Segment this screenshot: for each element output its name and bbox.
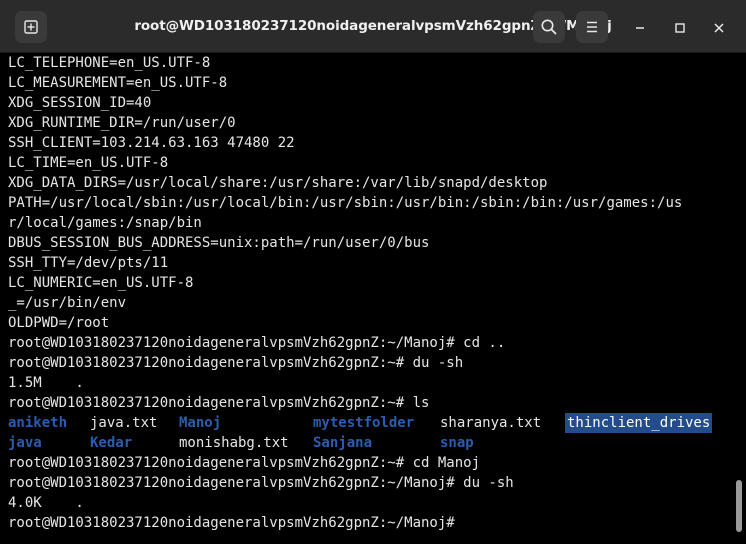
terminal-line: 1.5M . (8, 375, 84, 391)
terminal-line: r/local/games:/snap/bin (8, 215, 202, 231)
terminal-line: root@WD103180237120noidageneralvpsmVzh62… (8, 475, 514, 491)
terminal-line: LC_TELEPHONE=en_US.UTF-8 (8, 55, 211, 71)
terminal-window: root@WD103180237120noidageneralvpsmVzh62… (0, 0, 746, 544)
terminal-prompt: root@WD103180237120noidageneralvpsmVzh62… (8, 515, 455, 531)
maximize-button[interactable] (669, 17, 691, 39)
maximize-icon (675, 23, 685, 33)
terminal-line: root@WD103180237120noidageneralvpsmVzh62… (8, 395, 430, 411)
terminal-line: LC_NUMERIC=en_US.UTF-8 (8, 275, 194, 291)
ls-entry-directory: Sanjana (313, 435, 373, 451)
terminal-line: XDG_DATA_DIRS=/usr/local/share:/usr/shar… (8, 175, 548, 191)
terminal-line: OLDPWD=/root (8, 315, 110, 331)
terminal-line: SSH_TTY=/dev/pts/11 (8, 255, 169, 271)
terminal-line: LC_TIME=en_US.UTF-8 (8, 155, 169, 171)
ls-entry-directory: java (8, 435, 42, 451)
scrollbar-thumb[interactable] (736, 480, 742, 532)
close-button[interactable] (708, 17, 730, 39)
close-icon (714, 23, 724, 33)
terminal-line: PATH=/usr/local/sbin:/usr/local/bin:/usr… (8, 195, 683, 211)
terminal-output[interactable]: LC_TELEPHONE=en_US.UTF-8 LC_MEASUREMENT=… (0, 53, 746, 544)
search-button[interactable] (533, 11, 565, 43)
terminal-line: root@WD103180237120noidageneralvpsmVzh62… (8, 335, 506, 351)
ls-entry-directory: snap (440, 435, 474, 451)
ls-entry-directory: Kedar (90, 435, 133, 451)
terminal-line: _=/usr/bin/env (8, 295, 127, 311)
terminal-line: root@WD103180237120noidageneralvpsmVzh62… (8, 355, 464, 371)
ls-entry-directory: aniketh (8, 415, 68, 431)
title-bar: root@WD103180237120noidageneralvpsmVzh62… (0, 0, 746, 53)
terminal-line: LC_MEASUREMENT=en_US.UTF-8 (8, 75, 228, 91)
terminal-line: 4.0K . (8, 495, 84, 511)
terminal-line: DBUS_SESSION_BUS_ADDRESS=unix:path=/run/… (8, 235, 430, 251)
terminal-line: root@WD103180237120noidageneralvpsmVzh62… (8, 455, 481, 471)
ls-entry-selected: thinclient_drives (565, 413, 713, 433)
menu-button[interactable] (576, 11, 608, 43)
search-icon (541, 19, 557, 35)
ls-entry-directory: Manoj (179, 415, 222, 431)
terminal-line: XDG_RUNTIME_DIR=/run/user/0 (8, 115, 236, 131)
minimize-button[interactable] (629, 17, 651, 39)
terminal-line: SSH_CLIENT=103.214.63.163 47480 22 (8, 135, 295, 151)
ls-entry-directory: mytestfolder (313, 415, 415, 431)
minimize-icon (636, 27, 644, 29)
hamburger-menu-icon (587, 21, 597, 33)
ls-entry-file: sharanya.txt (440, 415, 542, 431)
ls-entry-file: monishabg.txt (179, 435, 289, 451)
terminal-line: XDG_SESSION_ID=40 (8, 95, 152, 111)
ls-entry-file: java.txt (90, 415, 158, 431)
